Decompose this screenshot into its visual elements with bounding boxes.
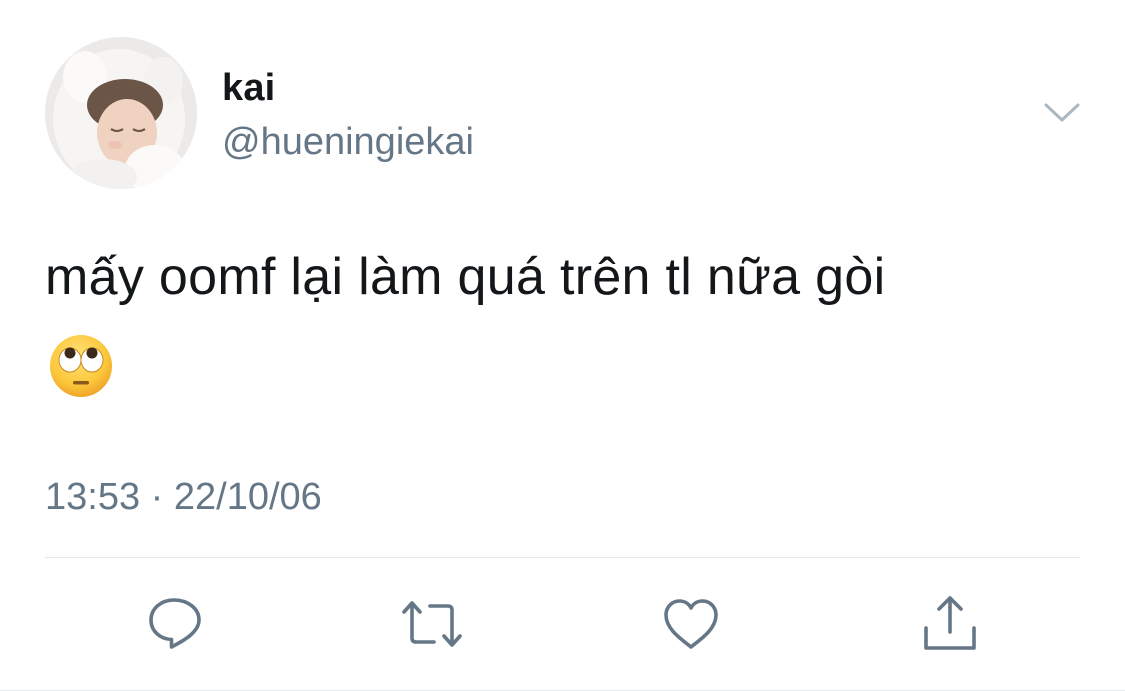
share-icon — [924, 596, 976, 650]
tweet-timestamp[interactable]: 13:53 · 22/10/06 — [45, 473, 322, 521]
like-button[interactable] — [659, 592, 723, 656]
avatar-image — [45, 37, 197, 189]
divider — [45, 557, 1080, 558]
avatar[interactable] — [45, 37, 197, 189]
retweet-icon — [402, 601, 462, 647]
rolling-eyes-emoji-icon — [48, 333, 114, 399]
display-name[interactable]: kai — [222, 62, 275, 114]
reply-icon — [149, 598, 201, 649]
share-button[interactable] — [918, 592, 982, 656]
username-handle[interactable]: @hueningiekai — [222, 116, 474, 168]
like-icon — [664, 599, 718, 649]
tweet-text: mấy oomf lại làm quá trên tl nữa gòi — [45, 248, 886, 306]
chevron-down-icon[interactable] — [1040, 96, 1084, 130]
reply-button[interactable] — [143, 592, 207, 656]
retweet-button[interactable] — [400, 592, 464, 656]
